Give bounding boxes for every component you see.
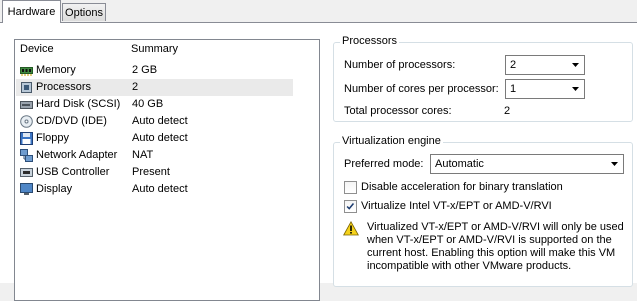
preferred-mode-select[interactable]: Automatic [430,154,624,174]
virtualization-engine-legend: Virtualization engine [340,135,443,147]
device-name: Display [36,183,73,195]
device-list[interactable]: Device Summary Memory 2 GB Processors 2 [14,39,320,301]
device-summary: Auto detect [132,183,188,195]
usb-controller-icon [20,168,33,177]
device-name: CD/DVD (IDE) [36,115,107,127]
chevron-down-icon [611,162,618,166]
disable-acceleration-checkbox[interactable] [344,181,357,194]
processor-icon [21,82,32,93]
warning-line-2: when VT-x/EPT or AMD-V/RVI is supported … [367,234,612,246]
device-name: Floppy [36,132,70,144]
network-adapter-icon [20,149,33,162]
device-row-floppy[interactable]: Floppy Auto detect [16,130,293,147]
summary-column-header[interactable]: Summary [131,43,178,55]
device-row-cd-dvd[interactable]: CD/DVD (IDE) Auto detect [16,113,293,130]
checkmark-icon [346,203,355,210]
hard-disk-icon [20,101,33,109]
disable-acceleration-label[interactable]: Disable acceleration for binary translat… [361,181,563,193]
cores-per-processor-select[interactable]: 1 [505,79,585,99]
device-name: Processors [36,81,92,93]
tab-hardware[interactable]: Hardware [2,0,61,23]
device-name: Memory [36,64,76,76]
device-name: Network Adapter [36,149,118,161]
device-summary: Present [132,166,170,178]
warning-line-1: Virtualized VT-x/EPT or AMD-V/RVI will o… [367,221,624,233]
device-row-usb-controller[interactable]: USB Controller Present [16,164,293,181]
tab-options[interactable]: Options [62,3,106,21]
cores-per-processor-value: 1 [510,83,517,95]
device-summary: 40 GB [132,98,164,110]
device-summary: NAT [132,149,154,161]
device-row-hard-disk[interactable]: Hard Disk (SCSI) 40 GB [16,96,293,113]
preferred-mode-value: Automatic [435,158,484,170]
num-processors-value: 2 [510,59,517,71]
device-summary: 2 GB [132,64,158,76]
device-name: USB Controller [36,166,110,178]
device-row-processors[interactable]: Processors 2 [16,79,293,96]
device-list-header: Device Summary [15,40,319,60]
display-icon [20,183,33,195]
device-summary: Auto detect [132,132,188,144]
device-row-display[interactable]: Display Auto detect [16,181,293,198]
device-summary: Auto detect [132,115,188,127]
num-processors-select[interactable]: 2 [505,55,585,75]
warning-icon [343,221,359,236]
warning-line-3: current host. Enabling this option will … [367,247,616,259]
virtualize-vt-label[interactable]: Virtualize Intel VT-x/EPT or AMD-V/RVI [361,200,552,212]
total-cores-label: Total processor cores: [344,105,452,117]
tab-strip: Hardware Options [0,0,637,23]
total-cores-value: 2 [504,105,511,117]
processors-legend: Processors [340,35,400,47]
memory-icon [20,67,33,76]
cores-per-processor-label: Number of cores per processor: [344,83,499,95]
floppy-icon [20,132,33,145]
warning-line-4: incompatible with other VMware products. [367,260,572,272]
num-processors-label: Number of processors: [344,59,456,71]
chevron-down-icon [572,87,579,91]
device-row-memory[interactable]: Memory 2 GB [16,62,293,79]
device-name: Hard Disk (SCSI) [36,98,121,110]
device-column-header[interactable]: Device [20,43,54,55]
cd-dvd-icon [20,115,33,128]
device-row-network-adapter[interactable]: Network Adapter NAT [16,147,293,164]
virtualize-vt-checkbox[interactable] [344,200,357,213]
preferred-mode-label: Preferred mode: [344,158,424,170]
chevron-down-icon [572,63,579,67]
hardware-panel: Device Summary Memory 2 GB Processors 2 [0,22,637,301]
device-summary: 2 [132,81,139,93]
